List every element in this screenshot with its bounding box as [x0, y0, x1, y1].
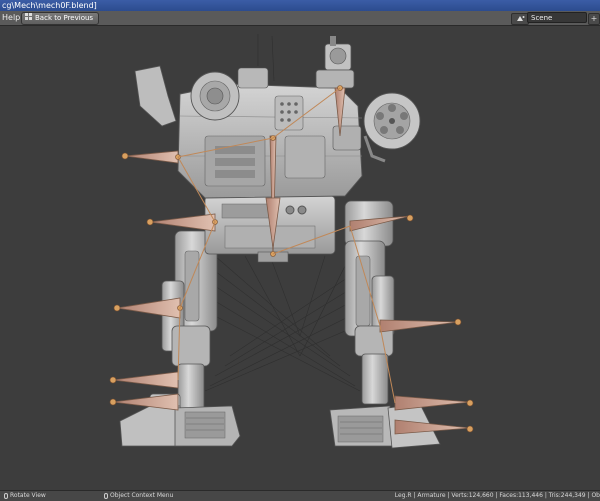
- window-titlebar: cg\Mech\mech0F.blend]: [0, 0, 600, 11]
- scene-icon: [516, 15, 525, 24]
- bone-foot-right-a: [394, 395, 471, 411]
- right-gatling-mesh[interactable]: [363, 92, 421, 163]
- bone-shin-right: [379, 319, 459, 333]
- back-to-previous-button[interactable]: Back to Previous: [21, 12, 100, 25]
- mouse-icon: [4, 493, 8, 499]
- bone-ankle-left-b: [112, 393, 179, 411]
- grid-icon: [25, 13, 32, 24]
- top-turret-mesh[interactable]: [315, 36, 355, 89]
- 3d-viewport[interactable]: [0, 26, 600, 490]
- bone-ankle-left-a: [112, 371, 179, 389]
- top-menubar: Help Back to Previous Scene +: [0, 11, 600, 26]
- window-title: cg\Mech\mech0F.blend]: [2, 1, 97, 10]
- left-leg-mesh[interactable]: [119, 230, 241, 447]
- back-to-previous-label: Back to Previous: [35, 14, 94, 22]
- bone-shin-left: [116, 297, 181, 319]
- help-menu[interactable]: Help: [2, 13, 20, 23]
- mouse-icon: [104, 493, 108, 499]
- status-bar: Rotate View Object Context Menu Leg.R | …: [0, 490, 600, 501]
- bone-chest-left: [124, 150, 179, 164]
- viewport-canvas[interactable]: [0, 26, 600, 490]
- scene-name-field[interactable]: Scene: [527, 12, 587, 23]
- bone-upper-leg-left: [149, 213, 216, 232]
- scene-add-button[interactable]: +: [588, 13, 600, 25]
